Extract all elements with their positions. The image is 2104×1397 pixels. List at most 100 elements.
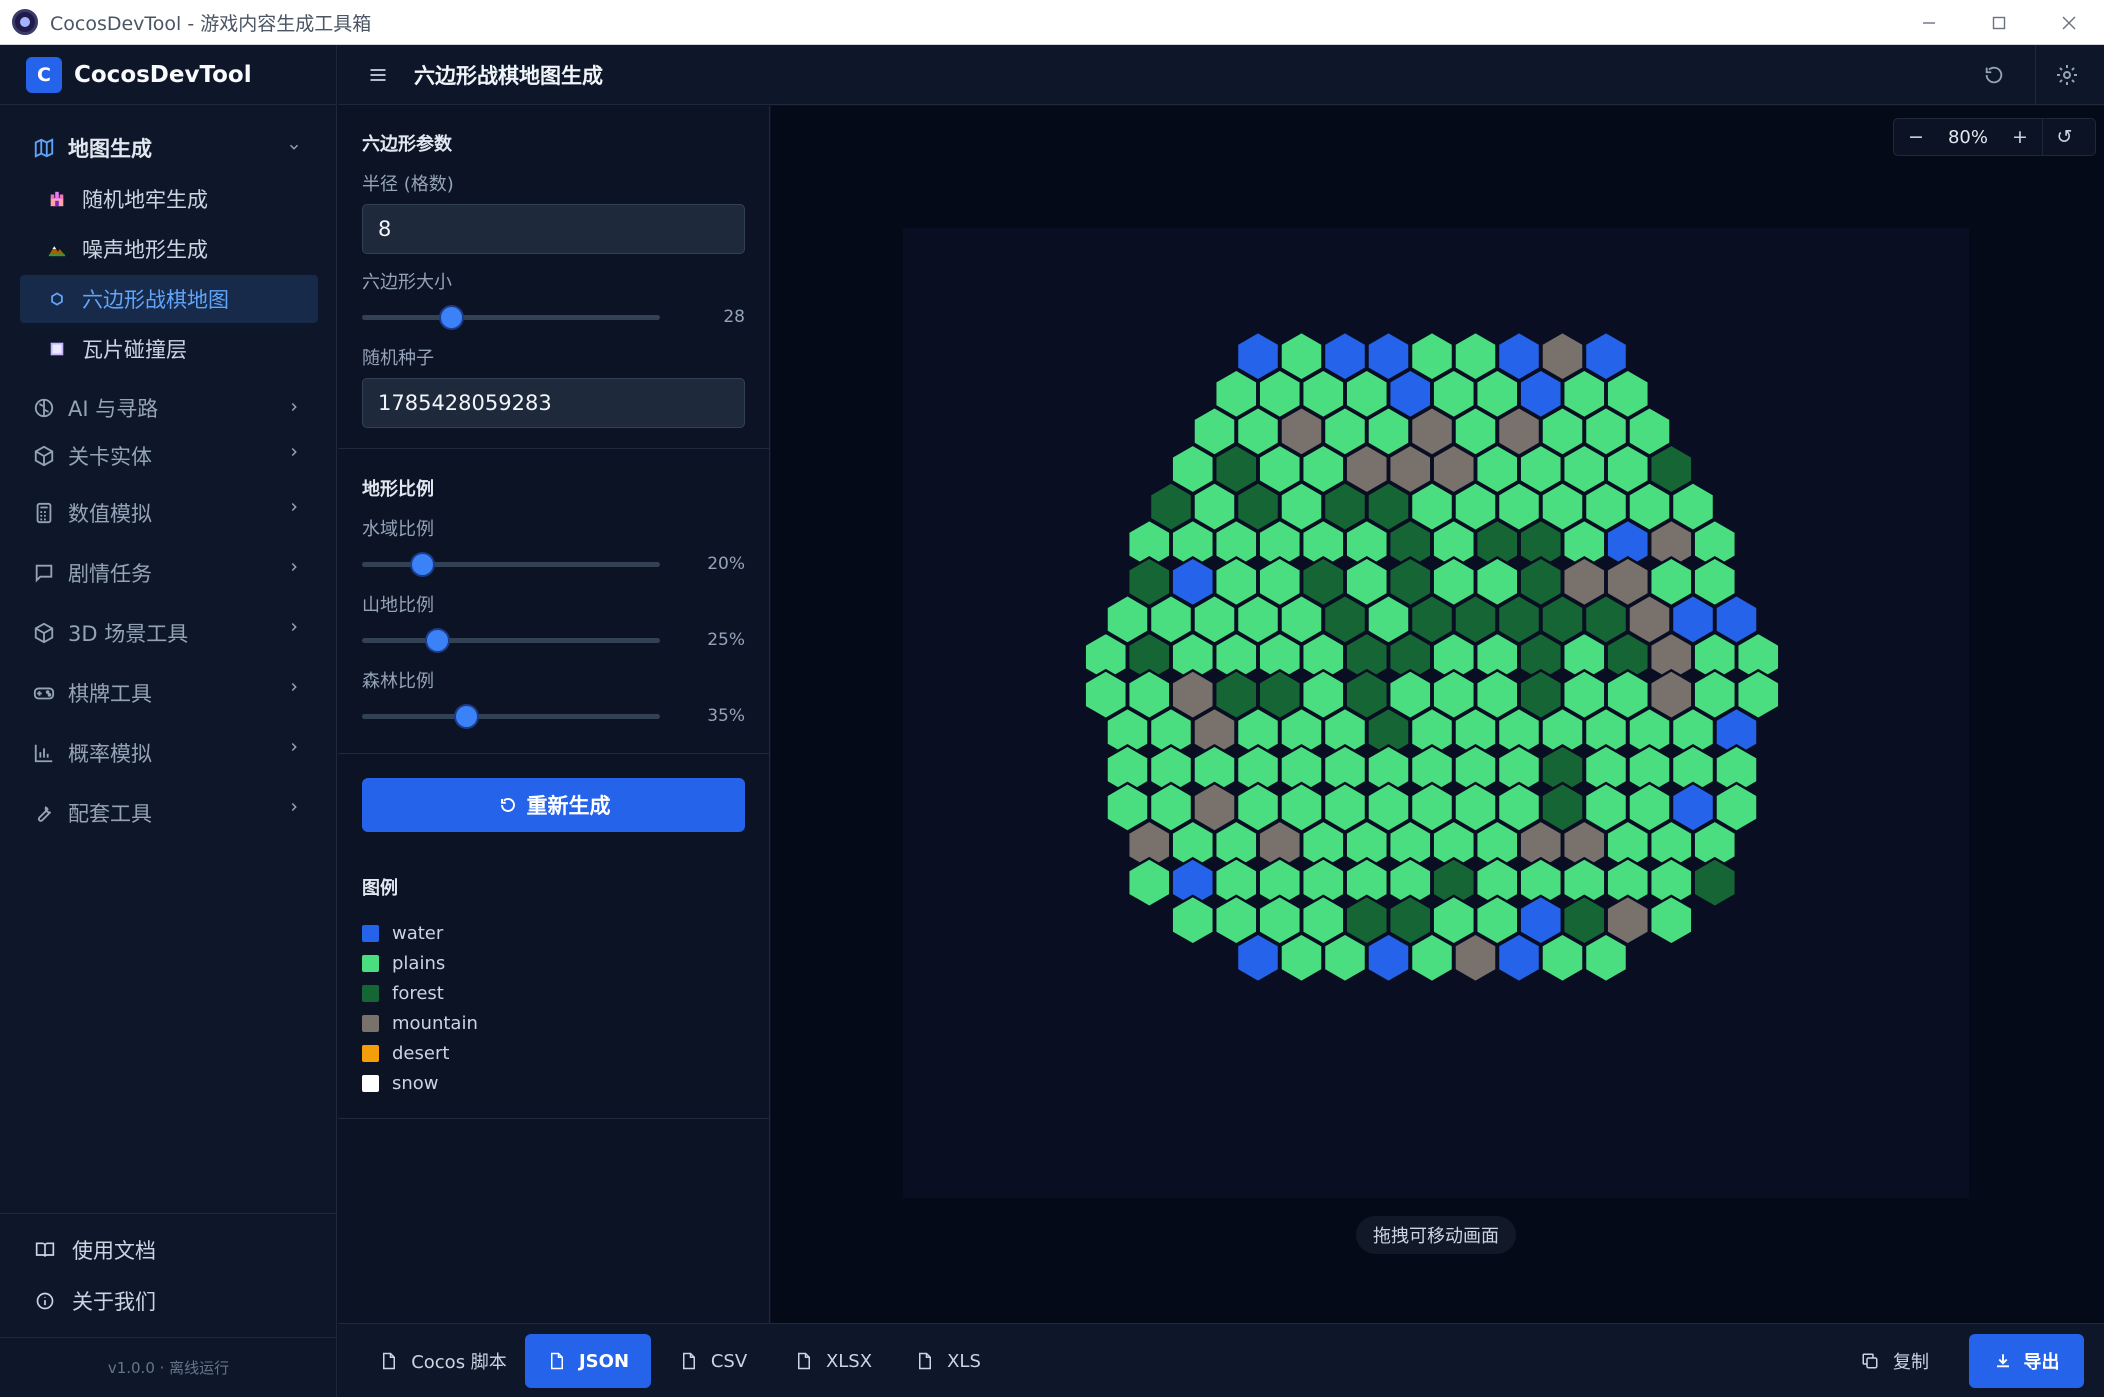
slider-thumb[interactable] [411,554,433,575]
mountain-ratio-label: 山地比例 [362,595,434,616]
minimize-icon[interactable] [1894,0,1964,45]
refresh-icon[interactable] [1979,60,2009,90]
zoom-controls: − 80% + ↺ [1893,118,2096,156]
sidebar-item-label: 瓦片碰撞层 [82,338,187,362]
nav-group-numeric-sim[interactable]: 数值模拟 [20,483,318,543]
chevron-right-icon [284,677,304,697]
format-cocos-button[interactable]: Cocos 脚本 [378,1334,508,1388]
docs-label: 使用文档 [72,1238,156,1263]
copy-button[interactable]: 复制 [1861,1334,1929,1388]
nav-group-level-entities[interactable]: 关卡实体 [20,428,318,483]
zoom-in-button[interactable]: + [1998,119,2042,155]
slider-thumb[interactable] [441,307,463,328]
nav-group-support-tools[interactable]: 配套工具 [20,783,318,843]
hex-cell-plains[interactable] [1126,856,1172,909]
nav-group-map-generation[interactable]: 地图生成 [20,123,318,173]
hex-map[interactable] [903,228,1969,1198]
nav-group-label: 3D 场景工具 [68,622,189,646]
hexagon-icon [46,288,68,310]
file-icon [547,1351,567,1371]
hex-cell-plains[interactable] [1322,932,1368,984]
nav-group-label: 地图生成 [68,137,152,161]
regenerate-label: 重新生成 [526,794,611,818]
nav-group-board-card[interactable]: 棋牌工具 [20,663,318,723]
nav-group-label: 配套工具 [68,802,152,826]
radius-input[interactable] [362,204,745,254]
legend-label: mountain [392,1012,478,1034]
bar-chart-icon [32,741,56,765]
format-label: XLSX [825,1350,873,1372]
hex-cell-plains[interactable] [1170,894,1216,946]
hex-size-slider[interactable]: 28 [362,302,745,332]
legend-item-mountain: mountain [362,1008,745,1038]
slider-thumb[interactable] [456,706,478,727]
sidebar-item-label: 噪声地形生成 [82,238,208,262]
menu-icon[interactable] [364,61,392,89]
format-label: Cocos 脚本 [411,1352,507,1373]
chevron-right-icon [284,797,304,817]
terrain-ratio-section: 地形比例 水域比例 20% 山地比例 25% 森林比例 35% [338,449,769,754]
zoom-out-button[interactable]: − [1894,119,1938,155]
close-icon[interactable] [2034,0,2104,45]
nav-group-probability[interactable]: 概率模拟 [20,723,318,783]
nav-group-ai-pathfinding[interactable]: AI 与寻路 [20,383,318,433]
brand-logo: C [26,56,62,93]
map-canvas-area[interactable]: − 80% + ↺ 拖拽可移动画面 [771,106,2104,1323]
gear-icon[interactable] [2052,60,2082,90]
hex-cell-plains[interactable] [1583,932,1629,984]
maximize-icon[interactable] [1964,0,2034,45]
hex-cell-water[interactable] [1235,932,1281,984]
sidebar-nav: 地图生成 随机地牢生成 噪声地形生成 六边形战棋地图 瓦片碰撞层 AI 与寻路 … [0,105,336,843]
nav-group-story-quests[interactable]: 剧情任务 [20,543,318,603]
format-csv-button[interactable]: CSV [668,1334,758,1388]
book-icon [34,1239,56,1261]
window-title: CocosDevTool - 游戏内容生成工具箱 [50,12,372,35]
nav-group-label: 概率模拟 [68,742,152,766]
legend-item-plains: plains [362,948,745,978]
gamepad-icon [32,681,56,705]
format-json-button[interactable]: JSON [525,1334,651,1388]
hex-size-label: 六边形大小 [362,272,452,293]
slider-thumb[interactable] [426,630,448,651]
forest-ratio-slider[interactable]: 35% [362,701,745,731]
hex-cell-plains[interactable] [1540,932,1585,984]
legend-section: 图例 water plains forest mountain desert snow [338,852,769,1119]
about-link[interactable]: 关于我们 [34,1275,337,1326]
header-divider [2035,45,2036,105]
hex-cell-mountain[interactable] [1453,932,1498,984]
castle-icon [46,188,68,210]
mountain-icon [46,238,68,260]
hex-cell-forest[interactable] [1692,856,1738,909]
legend-swatch [362,1074,379,1092]
export-button[interactable]: 导出 [1969,1334,2084,1388]
forest-ratio-label: 森林比例 [362,671,434,692]
mountain-ratio-slider[interactable]: 25% [362,625,745,655]
regenerate-button[interactable]: 重新生成 [362,778,745,832]
docs-link[interactable]: 使用文档 [34,1224,337,1275]
hex-cell-plains[interactable] [1279,932,1324,984]
box-icon [32,444,56,468]
sidebar-item-hex-map[interactable]: 六边形战棋地图 [20,275,318,323]
window-titlebar: CocosDevTool - 游戏内容生成工具箱 [0,0,2104,45]
hex-cell-water[interactable] [1366,932,1411,984]
version-text: v1.0.0 · 离线运行 [0,1337,337,1397]
nav-group-3d-scene[interactable]: 3D 场景工具 [20,603,318,663]
hex-cell-water[interactable] [1496,932,1542,984]
format-xls-button[interactable]: XLS [903,1334,993,1388]
export-label: 导出 [2023,1352,2060,1373]
sidebar-item-noise-terrain[interactable]: 噪声地形生成 [20,225,318,273]
legend-item-forest: forest [362,978,745,1008]
sidebar-item-tile-collision[interactable]: 瓦片碰撞层 [20,325,318,373]
chevron-right-icon [284,617,304,637]
chat-icon [32,561,56,585]
hex-cell-plains[interactable] [1409,932,1455,984]
terrain-ratio-title: 地形比例 [362,479,434,500]
sidebar-item-dungeon[interactable]: 随机地牢生成 [20,175,318,223]
seed-input[interactable] [362,378,745,428]
format-xlsx-button[interactable]: XLSX [783,1334,883,1388]
hex-cell-plains[interactable] [1648,894,1694,946]
zoom-reset-button[interactable]: ↺ [2042,119,2086,155]
hex-map-frame[interactable] [903,228,1969,1198]
water-ratio-slider[interactable]: 20% [362,549,745,579]
sidebar-item-label: 六边形战棋地图 [82,288,229,312]
